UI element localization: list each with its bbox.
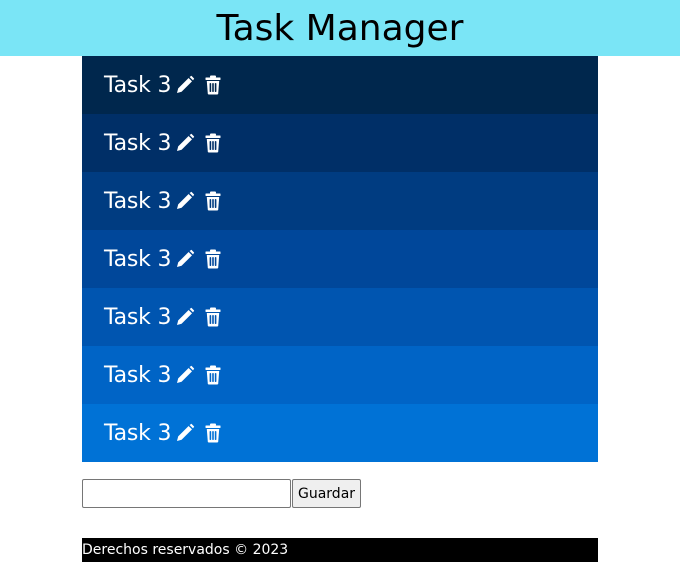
footer-text: Derechos reservados © 2023 xyxy=(82,542,289,558)
pencil-icon[interactable] xyxy=(175,422,195,444)
trash-icon[interactable] xyxy=(203,364,223,386)
task-list: Task 3 Task 3 Task 3 Task 3 Task 3 Task 3 Task… xyxy=(82,56,598,462)
pencil-icon[interactable] xyxy=(175,74,195,96)
pencil-icon[interactable] xyxy=(175,364,195,386)
task-input[interactable] xyxy=(82,479,291,508)
task-label: Task 3 xyxy=(104,188,172,214)
task-label: Task 3 xyxy=(104,130,172,156)
trash-icon[interactable] xyxy=(203,74,223,96)
task-label: Task 3 xyxy=(104,72,172,98)
trash-icon[interactable] xyxy=(203,306,223,328)
task-item: Task 3 xyxy=(82,56,598,114)
pencil-icon[interactable] xyxy=(175,248,195,270)
task-item: Task 3 xyxy=(82,288,598,346)
task-item: Task 3 xyxy=(82,230,598,288)
footer: Derechos reservados © 2023 xyxy=(82,538,598,562)
pencil-icon[interactable] xyxy=(175,190,195,212)
task-label: Task 3 xyxy=(104,420,172,446)
pencil-icon[interactable] xyxy=(175,132,195,154)
task-item: Task 3 xyxy=(82,114,598,172)
page-header: Task Manager xyxy=(0,0,680,56)
task-form: Guardar xyxy=(82,479,362,508)
task-label: Task 3 xyxy=(104,246,172,272)
task-item: Task 3 xyxy=(82,172,598,230)
page-title: Task Manager xyxy=(216,8,464,49)
task-label: Task 3 xyxy=(104,362,172,388)
trash-icon[interactable] xyxy=(203,422,223,444)
trash-icon[interactable] xyxy=(203,248,223,270)
pencil-icon[interactable] xyxy=(175,306,195,328)
task-item: Task 3 xyxy=(82,346,598,404)
save-button[interactable]: Guardar xyxy=(292,479,362,508)
trash-icon[interactable] xyxy=(203,190,223,212)
trash-icon[interactable] xyxy=(203,132,223,154)
task-item: Task 3 xyxy=(82,404,598,462)
task-label: Task 3 xyxy=(104,304,172,330)
